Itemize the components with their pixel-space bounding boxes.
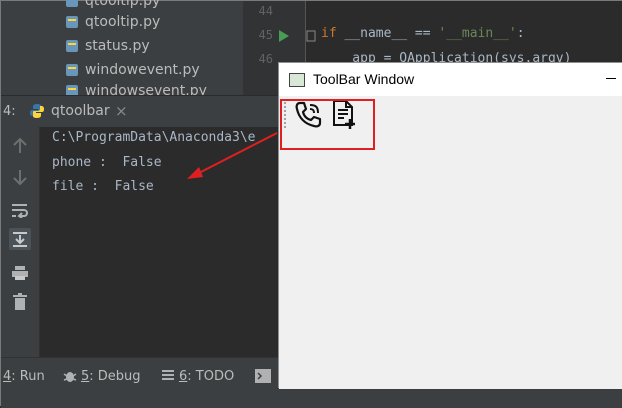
run-gutter-icon[interactable] <box>279 30 289 42</box>
tree-file-item[interactable]: windowevent.py <box>66 60 200 80</box>
minimize-icon[interactable] <box>606 78 616 79</box>
up-arrow-icon[interactable] <box>9 135 31 157</box>
tree-file-label: status.py <box>85 38 150 54</box>
bottom-tab-debug[interactable]: 5: Debug <box>63 366 141 388</box>
line-number: 44 <box>258 4 273 18</box>
trash-icon[interactable] <box>9 291 31 313</box>
console-line: file : False <box>52 179 154 194</box>
bug-icon <box>63 372 77 382</box>
python-file-icon <box>66 0 78 7</box>
tree-file-label: windowevent.py <box>85 62 200 78</box>
window-content-area <box>279 134 622 389</box>
annotation-arrow <box>187 132 278 179</box>
window-titlebar[interactable]: ToolBar Window <box>279 63 622 96</box>
bottom-tab-terminal[interactable] <box>255 366 271 388</box>
app-window-icon <box>289 73 305 87</box>
down-arrow-icon[interactable] <box>9 166 31 188</box>
project-tree: qtooltip.py qtooltip.py status.py window… <box>1 0 243 99</box>
run-panel-prefix: 4: <box>3 104 16 119</box>
todo-list-icon <box>162 370 174 380</box>
window-title: ToolBar Window <box>313 71 415 87</box>
highlight-box <box>280 99 375 150</box>
line-number: 45 <box>258 28 273 42</box>
tree-file-label: qtooltip.py <box>85 14 161 30</box>
console-line: phone : False <box>52 155 162 170</box>
run-tab-label[interactable]: qtoolbar <box>51 103 110 119</box>
python-file-icon <box>66 64 78 76</box>
code-line: if __name__ == '__main__': <box>321 26 525 41</box>
soft-wrap-icon[interactable] <box>9 199 31 221</box>
line-number: 46 <box>258 52 273 66</box>
bottom-tab-run[interactable]: 4: Run <box>3 366 45 388</box>
bottom-tab-todo[interactable]: 6: TODO <box>161 366 234 388</box>
scroll-to-end-icon[interactable] <box>9 228 31 250</box>
run-tab-close-icon[interactable]: × <box>115 102 128 120</box>
python-icon <box>30 104 44 118</box>
tree-file-item[interactable]: qtooltip.py <box>66 12 161 32</box>
print-icon[interactable] <box>9 262 31 284</box>
tree-file-item[interactable]: status.py <box>66 36 150 56</box>
run-side-toolbar <box>1 127 40 357</box>
tree-file-label: qtooltip.py <box>85 0 161 9</box>
python-file-icon <box>66 16 78 28</box>
python-file-icon <box>66 40 78 52</box>
tree-file-item[interactable]: qtooltip.py <box>66 0 161 11</box>
fold-marker-icon[interactable] <box>306 30 316 42</box>
terminal-icon <box>255 369 271 383</box>
